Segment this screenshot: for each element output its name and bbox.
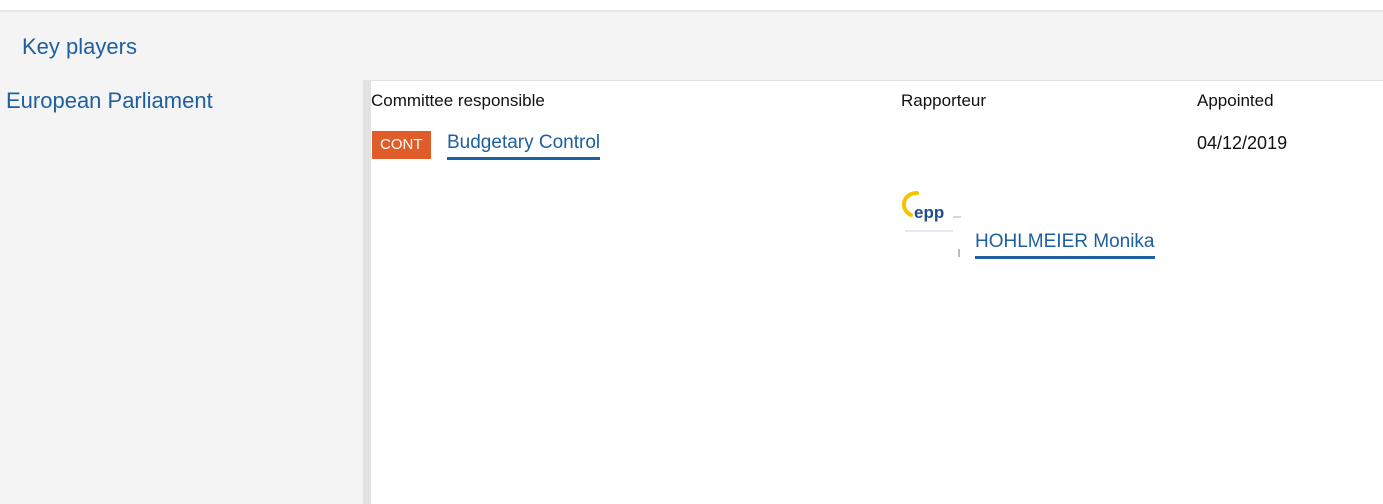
svg-text:epp: epp: [914, 203, 944, 222]
key-players-page: Key players European Parliament Committe…: [0, 0, 1383, 504]
committee-column-header: Committee responsible: [371, 91, 545, 110]
rapporteur-column-header: Rapporteur: [901, 91, 987, 110]
institution-column: [0, 80, 363, 504]
appointed-column-header: Appointed: [1197, 91, 1274, 110]
section-title: Key players: [22, 34, 137, 59]
appointed-date: 04/12/2019: [1197, 133, 1288, 153]
key-players-header: Key players: [0, 12, 1383, 81]
committee-code-badge: CONT: [372, 131, 431, 159]
institution-name: European Parliament: [6, 88, 213, 113]
epp-group-logo-icon: epp: [897, 187, 961, 257]
committee-link[interactable]: Budgetary Control: [447, 132, 601, 160]
column-divider: [363, 80, 371, 504]
rapporteur-link[interactable]: HOHLMEIER Monika: [975, 231, 1155, 259]
